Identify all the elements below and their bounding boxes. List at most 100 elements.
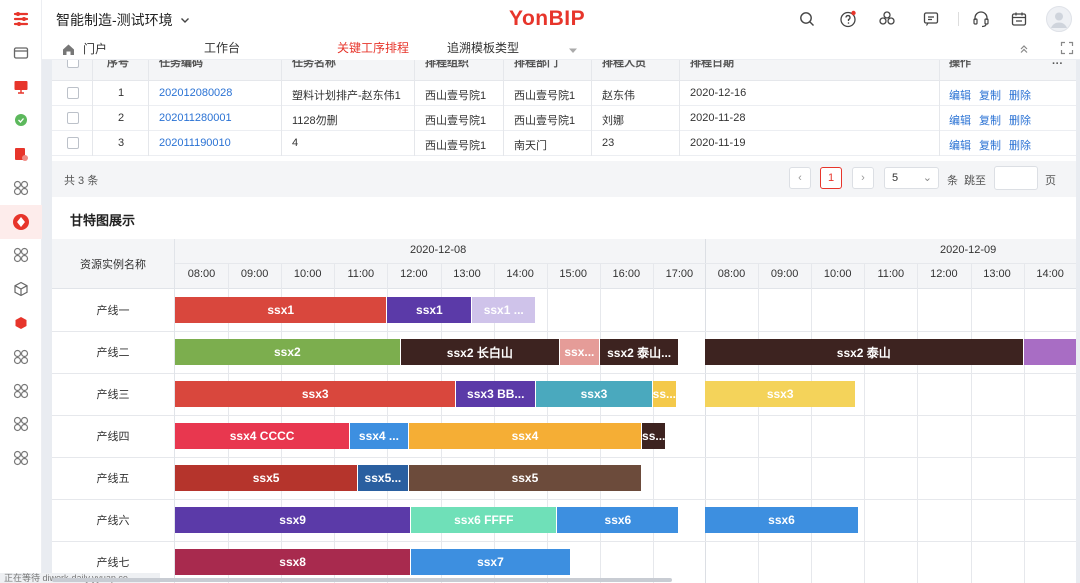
apps-icon[interactable]	[878, 10, 896, 28]
schedule-org: 西山壹号院1	[425, 115, 487, 127]
row-index: 1	[118, 87, 125, 99]
edit-link[interactable]: 编辑	[949, 90, 971, 102]
tab-more-dropdown-icon[interactable]	[568, 44, 578, 58]
more-columns-icon[interactable]: ···	[1052, 60, 1063, 70]
schedule-date: 2020-12-16	[690, 87, 747, 99]
schedule-dept: 西山壹号院1	[514, 115, 576, 127]
green-circle-icon[interactable]	[11, 110, 31, 130]
gantt-task-bar[interactable]: ssx6 FFFF	[411, 507, 557, 533]
app-switcher[interactable]: 智能制造-测试环境	[56, 10, 191, 30]
message-icon[interactable]	[922, 10, 940, 28]
row-checkbox[interactable]	[67, 112, 79, 124]
tab-label: 关键工序排程	[336, 41, 409, 55]
gantt-task-bar[interactable]: ssx4 ...	[350, 423, 408, 449]
gantt-task-bar[interactable]: ssx5	[175, 465, 358, 491]
gantt-task-bar[interactable]: ssx3 BB...	[456, 381, 536, 407]
grid-icon[interactable]	[11, 347, 31, 367]
collapse-up-icon[interactable]	[1018, 43, 1030, 58]
gantt-hour-label: 15:00	[559, 268, 587, 280]
tab-portal[interactable]: 门户	[62, 38, 107, 60]
red-cube-icon[interactable]	[11, 313, 31, 333]
headset-icon[interactable]	[972, 10, 990, 28]
top-header: 智能制造-测试环境 YonBIP	[42, 0, 1080, 38]
folder-icon[interactable]	[11, 43, 31, 63]
schedule-active-icon[interactable]	[0, 205, 42, 239]
copy-link[interactable]: 复制	[979, 90, 1001, 102]
help-icon[interactable]	[839, 10, 857, 28]
column-header: 排程部门	[514, 60, 558, 69]
gantt-header: 资源实例名称 2020-12-08 2020-12-09 08:00 09:00 1…	[52, 239, 1076, 289]
table-row[interactable]: 2 202011280001 1128勿删 西山壹号院1 西山壹号院1 刘娜 2…	[52, 106, 1076, 131]
gantt-resource-label: 产线一	[52, 289, 175, 331]
gantt-task-bar[interactable]: ssx6	[705, 507, 858, 533]
next-page-button[interactable]: ›	[852, 167, 874, 189]
delete-link[interactable]: 删除	[1009, 140, 1031, 152]
grid-icon[interactable]	[11, 245, 31, 265]
edit-link[interactable]: 编辑	[949, 115, 971, 127]
current-page-button[interactable]: 1	[820, 167, 842, 189]
search-icon[interactable]	[798, 10, 816, 28]
monitor-icon[interactable]	[11, 77, 31, 97]
gantt-task-bar[interactable]: ssx5	[408, 465, 642, 491]
gantt-task-bar[interactable]: ss...	[642, 423, 666, 449]
tab-key-process-schedule[interactable]: 关键工序排程	[312, 38, 434, 60]
page-size-select[interactable]: 5 ⌄	[884, 167, 939, 189]
jump-page-input[interactable]	[994, 166, 1038, 190]
task-code-link[interactable]: 202012080028	[159, 87, 232, 99]
row-actions: 编辑 复制 删除	[949, 112, 1039, 128]
row-checkbox[interactable]	[67, 87, 79, 99]
gantt-task-bar[interactable]: ss...	[652, 381, 676, 407]
table-row[interactable]: 3 202011190010 4 西山壹号院1 南天门 23 2020-11-1…	[52, 131, 1076, 156]
edit-link[interactable]: 编辑	[949, 140, 971, 152]
gantt-resource-label: 产线二	[52, 331, 175, 373]
tab-workbench[interactable]: 工作台	[204, 38, 240, 60]
calendar-icon[interactable]	[1010, 10, 1028, 28]
cube-icon[interactable]	[11, 279, 31, 299]
tab-trace-template-type[interactable]: 追溯模板类型	[447, 38, 519, 60]
gantt-date: 2020-12-08	[410, 244, 467, 256]
table-row[interactable]: 1 202012080028 塑料计划排产-赵东伟1 西山壹号院1 西山壹号院1…	[52, 81, 1076, 106]
delete-link[interactable]: 删除	[1009, 90, 1031, 102]
gantt-hour-label: 12:00	[400, 268, 428, 280]
gantt-task-bar[interactable]: ssx1	[175, 297, 387, 323]
row-checkbox[interactable]	[67, 137, 79, 149]
gantt-task-bar[interactable]: ssx2 泰山	[705, 339, 1023, 365]
user-avatar[interactable]	[1046, 6, 1072, 32]
gantt-task-bar[interactable]: ssx2 泰山...	[599, 339, 679, 365]
gantt-task-bar[interactable]: ssx7	[411, 549, 570, 575]
select-all-checkbox[interactable]	[67, 60, 79, 68]
gantt-task-bar[interactable]: ssx1	[387, 297, 472, 323]
grid-icon[interactable]	[11, 414, 31, 434]
gantt-task-bar[interactable]: ssx2	[175, 339, 400, 365]
fullscreen-icon[interactable]	[1060, 41, 1074, 58]
gantt-task-bar[interactable]: ssx3	[536, 381, 652, 407]
schedule-date: 2020-11-19	[690, 137, 746, 149]
horizontal-scrollbar[interactable]	[52, 578, 672, 582]
copy-link[interactable]: 复制	[979, 140, 1001, 152]
prev-page-button[interactable]: ‹	[789, 167, 811, 189]
gantt-task-bar[interactable]: ssx...	[559, 339, 599, 365]
gantt-task-bar[interactable]: ssx6	[557, 507, 679, 533]
report-icon[interactable]	[11, 144, 31, 164]
tab-label: 门户	[83, 42, 108, 56]
grid-icon[interactable]	[11, 381, 31, 401]
gantt-task-bar[interactable]: ssx3	[705, 381, 856, 407]
delete-link[interactable]: 删除	[1009, 115, 1031, 127]
gantt-task-bar[interactable]: ssx4	[408, 423, 642, 449]
grid-icon[interactable]	[11, 178, 31, 198]
task-code-link[interactable]: 202011190010	[159, 137, 231, 149]
gantt-task-bar[interactable]: ssx4 CCCC	[175, 423, 350, 449]
gantt-task-bar[interactable]: ssx2 长白山	[400, 339, 559, 365]
column-header: 排程组织	[425, 60, 469, 69]
gantt-task-bar[interactable]	[1023, 339, 1076, 365]
grid-icon[interactable]	[11, 448, 31, 468]
menu-logo-icon[interactable]	[11, 9, 31, 29]
gantt-task-bar[interactable]: ssx9	[175, 507, 411, 533]
copy-link[interactable]: 复制	[979, 115, 1001, 127]
task-code-link[interactable]: 202011280001	[159, 112, 232, 124]
gantt-hour-label: 14:00	[506, 268, 534, 280]
gantt-task-bar[interactable]: ssx8	[175, 549, 411, 575]
gantt-task-bar[interactable]: ssx3	[175, 381, 456, 407]
gantt-task-bar[interactable]: ssx5...	[358, 465, 408, 491]
gantt-task-bar[interactable]: ssx1 ...	[472, 297, 536, 323]
